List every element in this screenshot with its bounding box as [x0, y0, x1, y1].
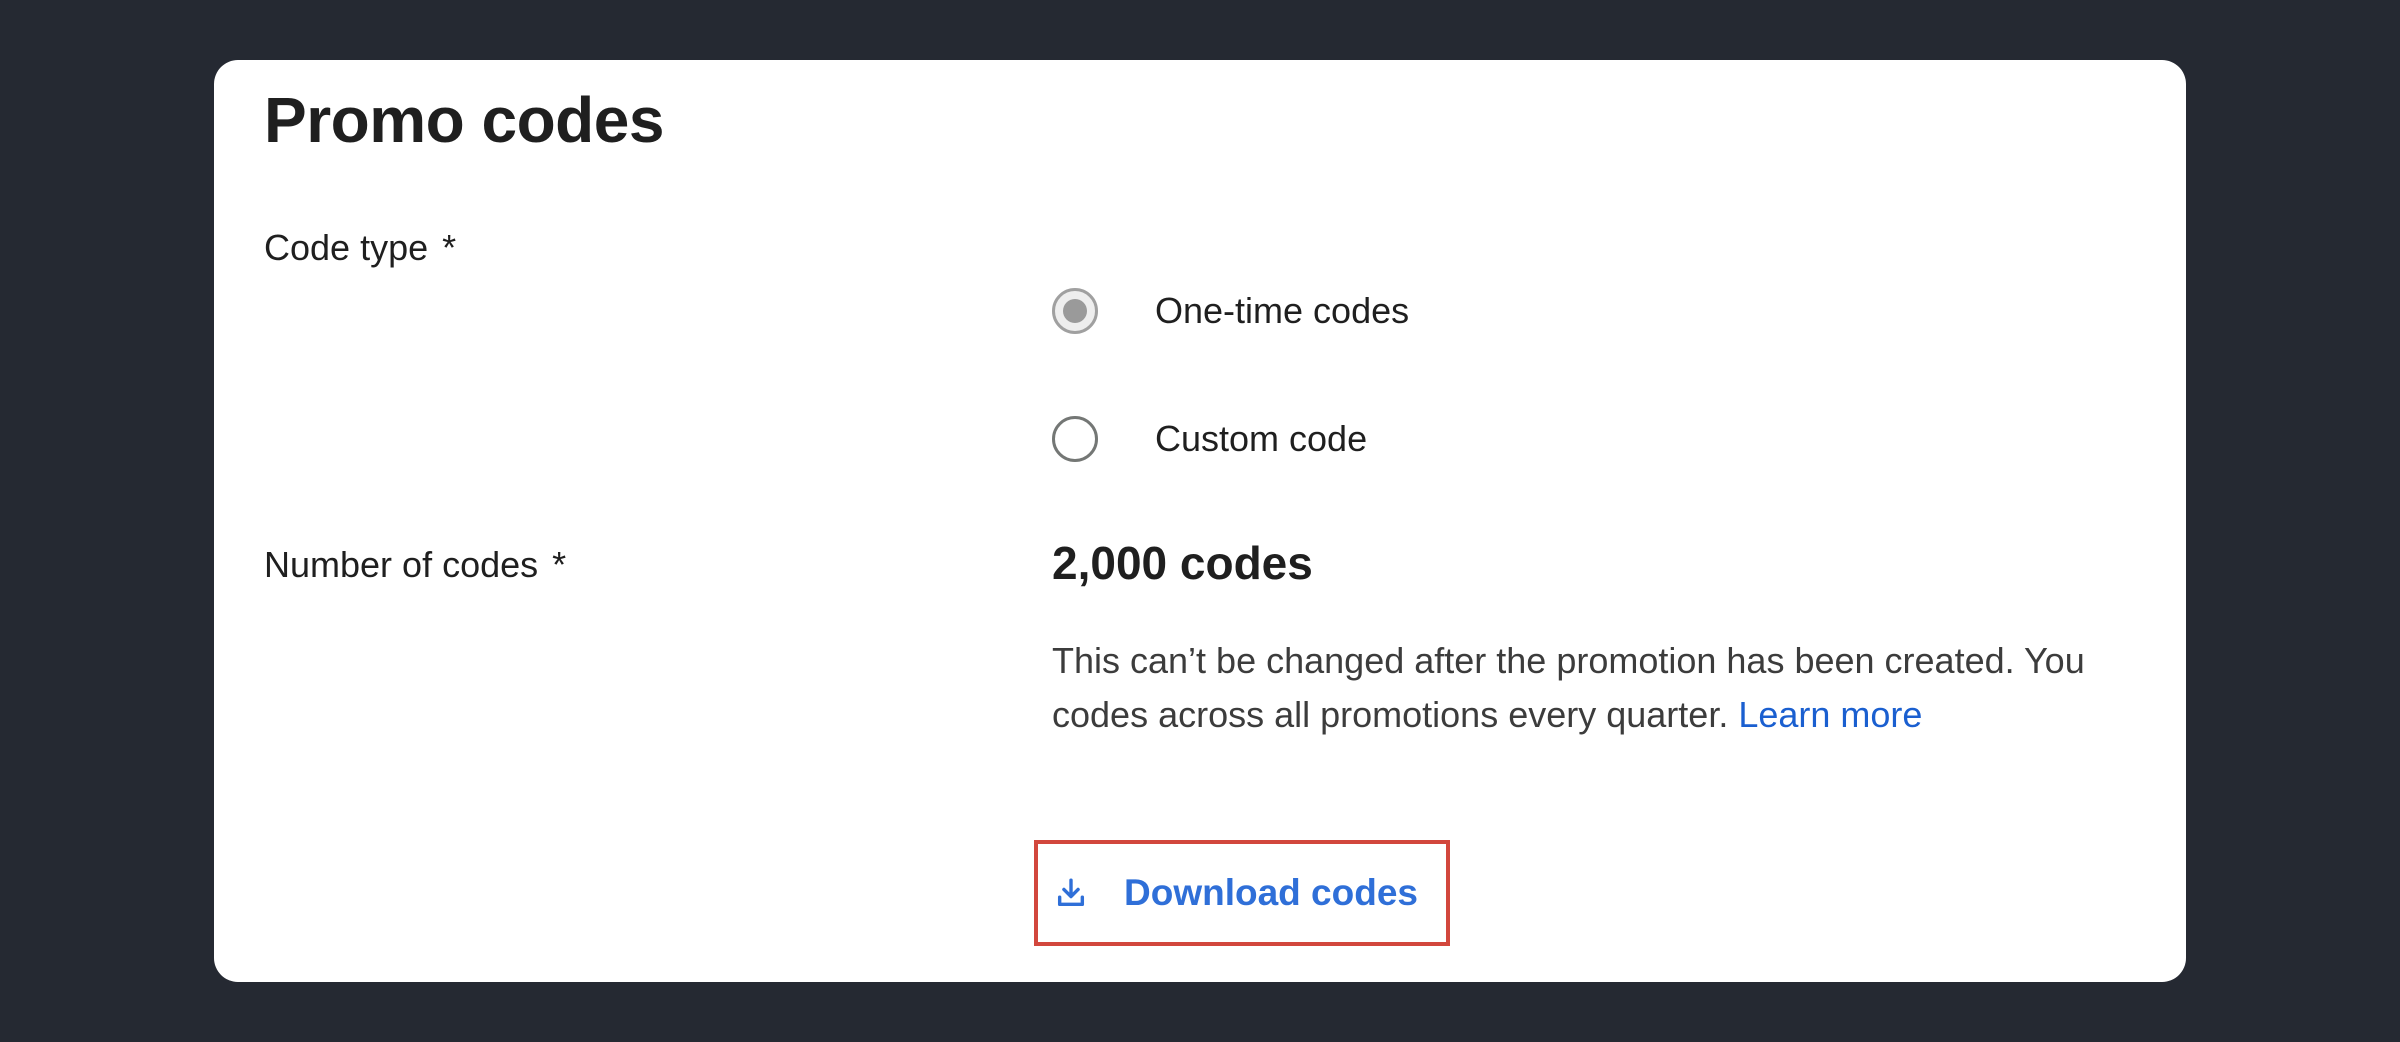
help-text-line-1: This can’t be changed after the promotio… — [1052, 640, 2085, 681]
code-type-label-text: Code type — [264, 227, 429, 268]
codes-count-value: 2,000 codes — [1052, 537, 1313, 589]
promo-codes-card: Promo codes Code type * One-time codes Cu… — [214, 60, 2186, 982]
download-icon — [1052, 874, 1090, 912]
radio-custom-code[interactable]: Custom code — [1052, 412, 1367, 466]
download-codes-label: Download codes — [1124, 872, 1418, 913]
required-marker: * — [442, 227, 457, 268]
number-of-codes-label: Number of codes * — [264, 542, 566, 589]
radio-label-custom-code: Custom code — [1155, 417, 1368, 459]
radio-button-checked-icon[interactable] — [1052, 288, 1098, 334]
required-marker: * — [552, 544, 567, 585]
number-of-codes-help-text: This can’t be changed after the promotio… — [1052, 634, 2186, 742]
number-of-codes-label-text: Number of codes — [264, 544, 539, 585]
code-type-label: Code type * — [264, 225, 456, 272]
help-text-line-2: codes across all promotions every quarte… — [1052, 688, 2186, 742]
help-text-line-2-text: codes across all promotions every quarte… — [1052, 694, 1729, 735]
download-codes-button[interactable]: Download codes — [1052, 854, 1418, 932]
radio-button-unchecked-icon[interactable] — [1052, 416, 1098, 462]
learn-more-link[interactable]: Learn more — [1738, 694, 1922, 735]
page-title: Promo codes — [264, 84, 664, 156]
radio-dot — [1063, 299, 1087, 323]
radio-label-one-time-codes: One-time codes — [1155, 289, 1410, 331]
radio-one-time-codes[interactable]: One-time codes — [1052, 284, 1409, 338]
